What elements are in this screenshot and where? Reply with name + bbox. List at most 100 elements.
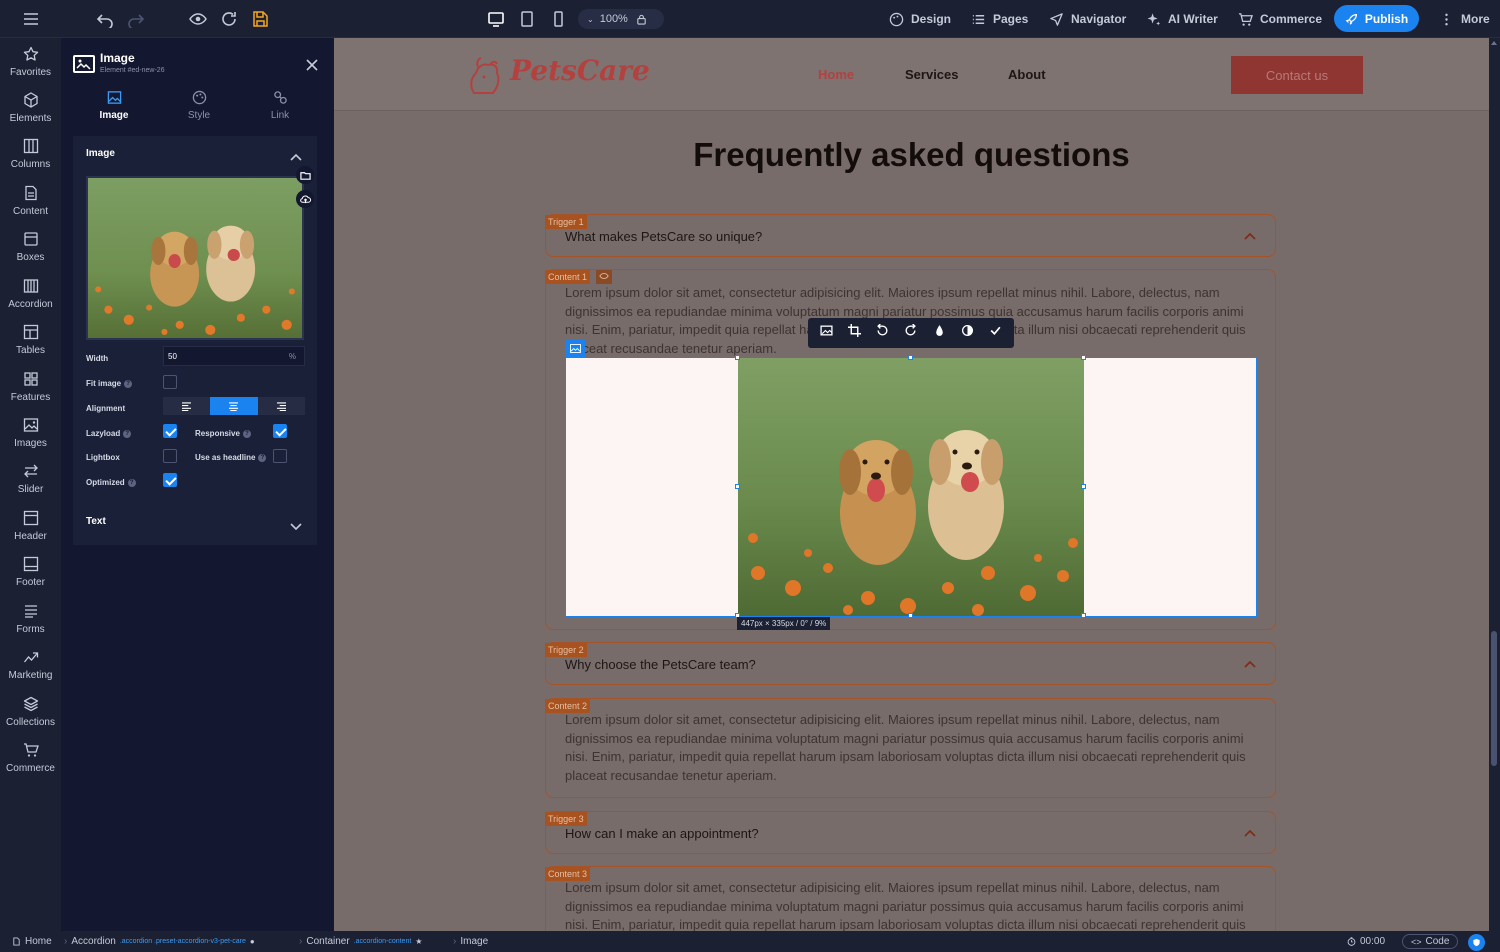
ai-writer-menu-button[interactable]: AI Writer [1146, 0, 1218, 38]
close-icon[interactable] [305, 58, 319, 72]
help-icon[interactable]: ? [242, 429, 251, 438]
accordion-trigger-3[interactable]: How can I make an appointment? [545, 811, 1276, 854]
breadcrumb-image[interactable]: › Image [453, 936, 488, 947]
nav-link-about[interactable]: About [1008, 67, 1046, 82]
resize-handle[interactable] [735, 484, 740, 489]
sidebar-item-images[interactable]: Images [0, 417, 61, 461]
refresh-icon[interactable] [219, 9, 239, 29]
help-icon[interactable]: ? [258, 453, 267, 462]
design-menu-button[interactable]: Design [889, 0, 951, 38]
undo-icon[interactable] [95, 9, 115, 29]
publish-button[interactable]: Publish [1334, 5, 1419, 32]
trigger-3-tag: Trigger 3 [545, 812, 587, 826]
resize-handle[interactable] [1081, 484, 1086, 489]
image-preview[interactable] [86, 176, 304, 340]
rotate-left-icon[interactable] [876, 323, 889, 342]
contact-us-button[interactable]: Contact us [1231, 56, 1363, 94]
sidebar-item-features[interactable]: Features [0, 371, 61, 415]
sidebar-item-label: Favorites [9, 67, 52, 78]
responsive-checkbox[interactable] [273, 424, 287, 438]
lightbox-checkbox[interactable] [163, 449, 177, 463]
sidebar-item-header[interactable]: Header [0, 510, 61, 554]
breadcrumb-accordion[interactable]: › Accordion .accordion .preset-accordion… [64, 936, 255, 947]
tab-image[interactable]: Image [84, 90, 144, 121]
selected-image-element[interactable] [565, 339, 1257, 618]
color-drop-icon[interactable] [933, 324, 946, 342]
breadcrumb-container[interactable]: › Container .accordion-content ★ [299, 936, 422, 947]
align-center-button[interactable] [210, 397, 258, 415]
more-menu-button[interactable]: More [1439, 0, 1490, 38]
help-icon[interactable]: ? [127, 478, 136, 487]
mobile-view-icon[interactable] [548, 9, 568, 29]
confirm-check-icon[interactable] [989, 324, 1002, 342]
optimized-checkbox[interactable] [163, 473, 177, 487]
sidebar-item-commerce[interactable]: Commerce [0, 742, 61, 786]
section-title[interactable]: Image [86, 148, 115, 159]
hamburger-menu-icon[interactable] [21, 9, 41, 29]
breadcrumb-home[interactable]: Home [12, 936, 52, 947]
canvas-scrollbar[interactable] [1489, 38, 1500, 931]
code-button[interactable]: <> Code [1402, 934, 1459, 949]
sidebar-item-collections[interactable]: Collections [0, 696, 61, 740]
upload-icon[interactable] [296, 190, 314, 208]
scroll-up-arrow-icon[interactable] [1491, 41, 1497, 45]
crop-icon[interactable] [847, 324, 861, 342]
sidebar-item-marketing[interactable]: Marketing [0, 649, 61, 693]
desktop-view-icon[interactable] [486, 9, 506, 29]
rotate-right-icon[interactable] [904, 323, 917, 342]
tab-style[interactable]: Style [169, 90, 229, 121]
site-logo[interactable]: PetsCare [510, 54, 650, 87]
tablet-view-icon[interactable] [517, 9, 537, 29]
folder-icon[interactable] [296, 166, 314, 184]
resize-handle[interactable] [1081, 355, 1086, 360]
help-icon[interactable]: ? [123, 429, 132, 438]
sidebar-item-forms[interactable]: Forms [0, 603, 61, 647]
sidebar-item-content[interactable]: Content [0, 185, 61, 229]
resize-handle[interactable] [908, 355, 913, 360]
contrast-icon[interactable] [961, 324, 974, 342]
shield-icon[interactable] [1468, 934, 1485, 951]
sidebar-item-tables[interactable]: Tables [0, 324, 61, 368]
timer-value: 00:00 [1360, 936, 1386, 947]
sidebar-item-elements[interactable]: Elements [0, 92, 61, 136]
width-input[interactable]: 50 % [163, 346, 305, 366]
preview-eye-icon[interactable] [188, 9, 208, 29]
accordion-trigger-2[interactable]: Why choose the PetsCare team? [545, 642, 1276, 685]
image-icon [23, 418, 38, 432]
resize-handle[interactable] [1081, 613, 1086, 618]
publish-label: Publish [1364, 11, 1409, 26]
zoom-control[interactable]: ⌄ 100% [578, 9, 664, 29]
visibility-eye-icon[interactable] [596, 270, 612, 284]
nav-link-services[interactable]: Services [905, 67, 959, 82]
scrollbar-thumb[interactable] [1491, 631, 1497, 766]
sidebar-item-slider[interactable]: Slider [0, 463, 61, 507]
resize-handle[interactable] [735, 355, 740, 360]
redo-icon[interactable] [126, 9, 146, 29]
align-left-button[interactable] [163, 397, 210, 415]
tab-link[interactable]: Link [250, 90, 310, 121]
chevron-down-icon[interactable] [290, 518, 302, 536]
sidebar-item-label: Collections [6, 717, 55, 728]
sidebar-item-footer[interactable]: Footer [0, 556, 61, 600]
dog-puppies-photo [88, 178, 302, 338]
resize-handle[interactable] [908, 613, 913, 618]
help-icon[interactable]: ? [124, 379, 133, 388]
use-as-headline-checkbox[interactable] [273, 449, 287, 463]
image-replace-icon[interactable] [820, 324, 833, 342]
sidebar-item-accordion[interactable]: Accordion [0, 278, 61, 322]
lazyload-checkbox[interactable] [163, 424, 177, 438]
sidebar-item-favorites[interactable]: Favorites [0, 46, 61, 90]
text-section-title[interactable]: Text [86, 516, 106, 527]
nav-link-home[interactable]: Home [818, 67, 854, 82]
pages-menu-button[interactable]: Pages [971, 0, 1028, 38]
navigator-menu-button[interactable]: Navigator [1049, 0, 1126, 38]
chevron-up-icon[interactable] [290, 148, 302, 166]
align-right-button[interactable] [258, 397, 305, 415]
image-type-icon[interactable] [565, 339, 585, 357]
save-icon[interactable] [250, 9, 270, 29]
sidebar-item-boxes[interactable]: Boxes [0, 231, 61, 275]
commerce-menu-button[interactable]: Commerce [1238, 0, 1322, 38]
sidebar-item-columns[interactable]: Columns [0, 138, 61, 182]
accordion-trigger-1[interactable]: What makes PetsCare so unique? [545, 214, 1276, 257]
fit-image-checkbox[interactable] [163, 375, 177, 389]
